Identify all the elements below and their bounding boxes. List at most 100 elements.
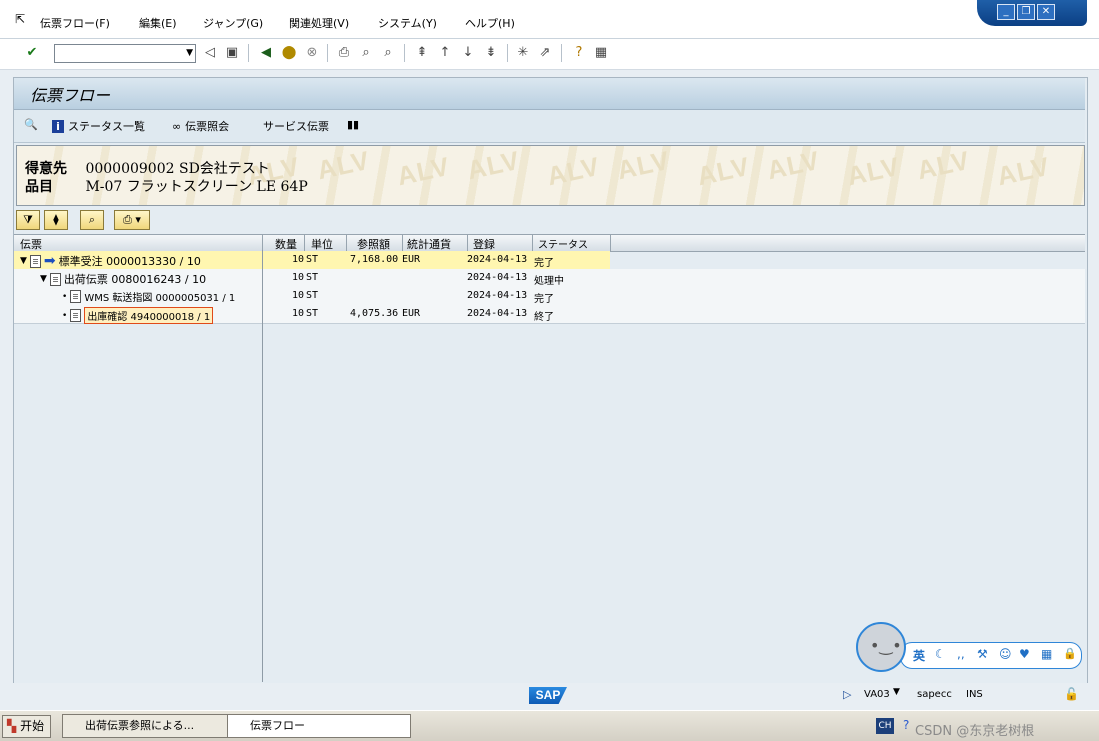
shirt-icon[interactable]: ♥ (1019, 647, 1030, 661)
next-page-icon[interactable]: ↓ (460, 45, 476, 61)
col-date[interactable]: 登録 (473, 236, 495, 252)
status-badge: 完了 (534, 258, 554, 269)
menu-goto[interactable]: ジャンプ(G) (203, 15, 263, 31)
tree-node-label[interactable]: WMS 転送指図 0000005031 / 1 (84, 289, 235, 304)
menu-environment[interactable]: 関連処理(V) (289, 15, 349, 31)
lock-icon[interactable]: 🔓 (1064, 687, 1079, 701)
col-currency[interactable]: 統計通貨 (407, 236, 451, 252)
page-title: 伝票フロー (30, 86, 111, 105)
language-indicator[interactable]: CH (876, 718, 894, 734)
menu-document-flow[interactable]: 伝票フロー(F) (40, 15, 110, 31)
insert-mode[interactable]: INS (966, 689, 983, 700)
print-icon[interactable]: ⎙ (336, 45, 352, 61)
status-badge: 完了 (534, 294, 554, 305)
col-quantity[interactable]: 数量 (275, 236, 297, 252)
save-icon[interactable]: ▣ (224, 45, 240, 61)
tree-node-label-selected[interactable]: 出庫確認 4940000018 / 1 (84, 307, 214, 324)
bullet-icon: • (62, 291, 68, 302)
window-controls: _ ❐ ✕ (977, 0, 1087, 26)
collapse-all-icon[interactable]: ⧫ (44, 210, 68, 230)
status-expand-icon[interactable]: ▷ (843, 688, 851, 701)
ime-bar[interactable]: 英 ☾ ,, ⚒ ☺ ♥ ▦ 🔒 (900, 642, 1082, 669)
menu-system[interactable]: システム(Y) (378, 15, 437, 31)
glasses-icon: ∞ (172, 119, 182, 133)
display-document-button[interactable]: ∞ 伝票照会 (172, 118, 229, 134)
customer-row: 得意先 0000009002 SD会社テスト (25, 161, 270, 177)
lock-icon[interactable]: 🔒 (1063, 647, 1077, 660)
ime-toolbar: 英 ☾ ,, ⚒ ☺ ♥ ▦ 🔒 •‿• (856, 622, 1082, 672)
col-unit[interactable]: 単位 (311, 236, 333, 252)
cancel-icon[interactable]: ⊗ (304, 45, 320, 61)
layout-menu-icon[interactable]: ▦ (593, 45, 609, 61)
menu-edit[interactable]: 編集(E) (139, 15, 177, 31)
start-button[interactable]: ▚ 开始 (2, 715, 52, 738)
table-row[interactable]: • WMS 転送指図 0000005031 / 1 10 ST 2024-04-… (14, 287, 1085, 306)
minimize-icon[interactable]: _ (997, 4, 1015, 20)
grid-icon[interactable]: ▦ (1041, 647, 1052, 661)
status-badge: 処理中 (534, 276, 564, 287)
find-icon[interactable]: ⌕ (358, 45, 374, 61)
status-overview-button[interactable]: i ステータス一覧 (52, 118, 145, 134)
sap-logo: SAP (529, 687, 567, 704)
first-page-icon[interactable]: ⇞ (414, 45, 430, 61)
ime-language-toggle[interactable]: 英 (913, 647, 925, 664)
punctuation-icon[interactable]: ,, (957, 647, 965, 661)
tree-node-label[interactable]: 標準受注 0000013330 / 10 (59, 253, 201, 269)
document-icon (29, 254, 41, 268)
collapse-triangle-icon[interactable]: ▼ (40, 274, 47, 284)
col-document[interactable]: 伝票 (20, 236, 42, 252)
windows-logo-icon: ▚ (7, 719, 17, 733)
taskbar-item-document-flow[interactable]: 伝票フロー (227, 714, 411, 738)
command-field[interactable]: ▼ (54, 44, 196, 63)
standard-toolbar: ✔ ▼ ◁ ▣ ◀ ⬤ ⊗ ⎙ ⌕ ⌕ ⇞ ↑ ↓ ⇟ ✳ ⇗ ? ▦ (0, 39, 1099, 70)
moon-icon[interactable]: ☾ (935, 647, 946, 661)
tree-toolbar: ⧩ ⧫ ⌕ ⎙ ▾ (14, 208, 1085, 234)
taskbar-item-delivery[interactable]: 出荷伝票参照による... (62, 714, 241, 738)
menu-bar: ⇱ 伝票フロー(F) 編集(E) ジャンプ(G) 関連処理(V) システム(Y)… (0, 0, 1099, 39)
chevron-down-icon[interactable]: ▼ (186, 48, 193, 58)
previous-page-icon[interactable]: ↑ (437, 45, 453, 61)
status-badge: 終了 (534, 312, 554, 323)
find-next-icon[interactable]: ⌕ (380, 45, 396, 61)
column-header: 伝票 数量 単位 参照額 統計通貨 登録 ステータス (14, 234, 1085, 252)
collapse-triangle-icon[interactable]: ▼ (20, 256, 27, 266)
help-icon[interactable]: ? (903, 718, 909, 732)
back-arrow-icon[interactable]: ◁ (202, 45, 218, 61)
print-dropdown-icon[interactable]: ⎙ ▾ (114, 210, 150, 230)
display-document-icon[interactable]: 🔍 (24, 118, 38, 131)
menu-exit-icon[interactable]: ⇱ (15, 12, 25, 26)
document-icon (70, 309, 82, 322)
chart-icon[interactable]: ▮▮ (347, 118, 359, 131)
material-row: 品目 M-07 フラットスクリーン LE 64P (25, 179, 308, 195)
column-divider[interactable] (262, 250, 263, 682)
csdn-watermark: CSDN @东京老树根 (915, 724, 1035, 739)
find-binoculars-icon[interactable]: ⌕ (80, 210, 104, 230)
col-status[interactable]: ステータス (538, 236, 588, 251)
status-bar: SAP ▷ VA03 ▼ sapecc INS 🔓 (0, 683, 1099, 709)
exit-icon[interactable]: ⬤ (281, 45, 297, 61)
document-flow-tree: 伝票 数量 単位 参照額 統計通貨 登録 ステータス ▼ ➡ 標準受注 0000… (14, 234, 1085, 682)
table-row[interactable]: ▼ ➡ 標準受注 0000013330 / 10 10 ST 7,168.00 … (14, 251, 1085, 270)
bullet-icon: • (62, 310, 68, 321)
col-amount[interactable]: 参照額 (357, 236, 390, 252)
chevron-down-icon[interactable]: ▼ (893, 687, 900, 697)
ime-mascot-icon[interactable]: •‿• (856, 622, 906, 672)
transaction-code: VA03 (864, 689, 890, 700)
expand-all-icon[interactable]: ⧩ (16, 210, 40, 230)
shortcut-icon[interactable]: ⇗ (537, 45, 553, 61)
help-icon[interactable]: ? (571, 45, 587, 61)
tree-node-label[interactable]: 出荷伝票 0080016243 / 10 (64, 271, 206, 287)
wrench-icon[interactable]: ⚒ (977, 647, 988, 661)
menu-help[interactable]: ヘルプ(H) (465, 15, 515, 31)
table-row[interactable]: • 出庫確認 4940000018 / 1 10 ST 4,075.36 EUR… (14, 305, 1085, 324)
last-page-icon[interactable]: ⇟ (483, 45, 499, 61)
table-row[interactable]: ▼ 出荷伝票 0080016243 / 10 10 ST 2024-04-13 … (14, 269, 1085, 288)
enter-check-icon[interactable]: ✔ (24, 45, 40, 61)
service-documents-button[interactable]: サービス伝票 (263, 118, 329, 134)
smiley-icon[interactable]: ☺ (999, 647, 1012, 661)
close-icon[interactable]: ✕ (1037, 4, 1055, 20)
back-icon[interactable]: ◀ (258, 45, 274, 61)
restore-icon[interactable]: ❐ (1017, 4, 1035, 20)
create-session-icon[interactable]: ✳ (515, 45, 531, 61)
header-info: ALV ALV ALV ALV ALV ALV ALV ALV ALV ALV … (16, 145, 1085, 206)
